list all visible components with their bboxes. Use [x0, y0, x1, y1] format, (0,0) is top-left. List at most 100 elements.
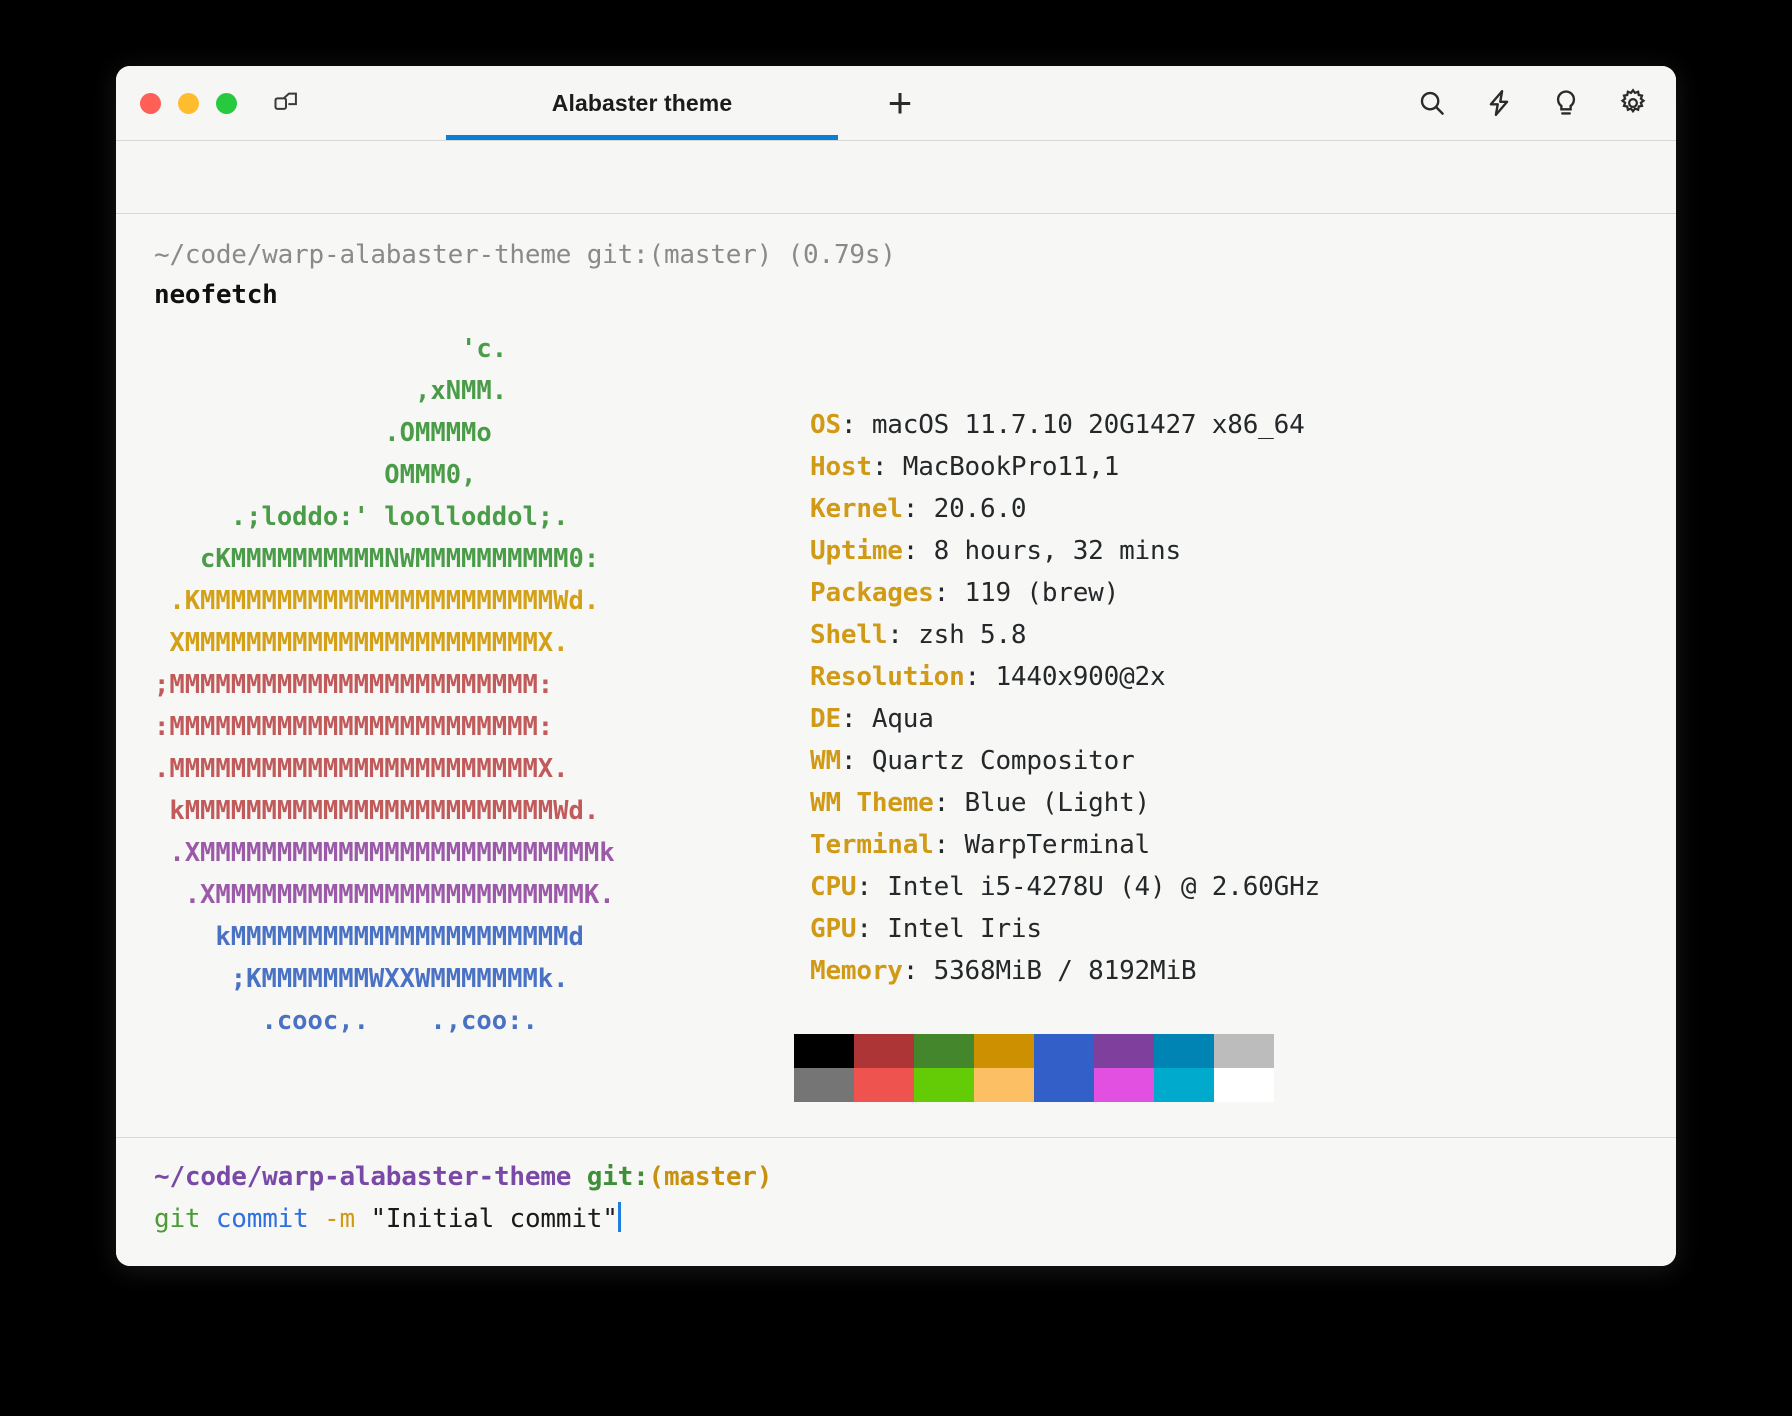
system-info-key: Terminal [810, 830, 934, 860]
ascii-art-line: ,xNMM. [154, 376, 508, 406]
toolbar-strip [116, 141, 1676, 213]
title-bar: Alabaster theme + [116, 66, 1676, 140]
system-info-row: Host: MacBookPro11,1 [810, 446, 1320, 488]
system-info-row: WM Theme: Blue (Light) [810, 782, 1320, 824]
split-pane-icon[interactable] [271, 88, 301, 118]
ascii-art-line: ;MMMMMMMMMMMMMMMMMMMMMMMM: [154, 670, 554, 700]
ascii-art-line: kMMMMMMMMMMMMMMMMMMMMMMMMWd. [154, 796, 600, 826]
palette-swatch [794, 1034, 854, 1068]
gear-icon[interactable] [1616, 86, 1650, 120]
system-info-row: CPU: Intel i5-4278U (4) @ 2.60GHz [810, 866, 1320, 908]
title-bar-actions [1415, 86, 1650, 120]
system-info-key: Packages [810, 578, 934, 608]
prompt-git-label: git: [586, 1162, 649, 1192]
system-info-row: GPU: Intel Iris [810, 908, 1320, 950]
system-info-key: DE [810, 704, 841, 734]
system-info-value: : zsh 5.8 [887, 620, 1027, 650]
tab-label: Alabaster theme [551, 89, 733, 116]
ascii-art-line: .KMMMMMMMMMMMMMMMMMMMMMMMWd. [154, 586, 600, 616]
zoom-window-button[interactable] [216, 92, 237, 114]
system-info-value: : 1440x900@2x [964, 662, 1166, 692]
ascii-art-line: .XMMMMMMMMMMMMMMMMMMMMMMMMK. [154, 880, 615, 910]
palette-swatch [1154, 1034, 1214, 1068]
system-info-value: : Blue (Light) [933, 788, 1151, 818]
system-info-key: Shell [810, 620, 888, 650]
system-info-key: Resolution [810, 662, 965, 692]
traffic-lights [140, 92, 237, 114]
ascii-art-line: .;loddo:' loolloddol;. [154, 502, 569, 532]
apple-ascii-art: 'c. ,xNMM. .OMMMMo OMMM0, .;loddo:' lool… [154, 328, 794, 1042]
command-input-line[interactable]: git commit -m "Initial commit" [154, 1198, 1638, 1240]
system-info-value: : Intel Iris [856, 914, 1042, 944]
tab-active-indicator [446, 135, 838, 140]
palette-swatch [1214, 1068, 1274, 1102]
ascii-art-line: .MMMMMMMMMMMMMMMMMMMMMMMMX. [154, 754, 569, 784]
system-info-key: Memory [810, 956, 903, 986]
palette-swatch [1154, 1068, 1214, 1102]
cmd-subcommand: commit [215, 1204, 309, 1234]
system-info-key: OS [810, 410, 841, 440]
palette-swatch [974, 1068, 1034, 1102]
terminal-window: Alabaster theme + ~/code/warp-alabaster-… [116, 66, 1676, 1266]
prompt-path: ~/code/warp-alabaster-theme [154, 1162, 572, 1192]
palette-swatch [854, 1068, 914, 1102]
minimize-window-button[interactable] [178, 92, 199, 114]
completed-block-prompt: ~/code/warp-alabaster-theme git:(master)… [154, 240, 896, 270]
ascii-art-line: OMMM0, [154, 460, 477, 490]
system-info-key: Kernel [810, 494, 903, 524]
cmd-flag: -m [324, 1204, 355, 1234]
cmd-program: git [154, 1204, 201, 1234]
ascii-art-line: :MMMMMMMMMMMMMMMMMMMMMMMM: [154, 712, 554, 742]
cmd-string-argument: "Initial commit" [370, 1204, 618, 1234]
palette-swatch [914, 1034, 974, 1068]
system-info-value: : macOS 11.7.10 20G1427 x86_64 [840, 410, 1305, 440]
palette-swatch [1094, 1068, 1154, 1102]
system-info-value: : MacBookPro11,1 [871, 452, 1120, 482]
palette-swatch [1214, 1034, 1274, 1068]
system-info-row: OS: macOS 11.7.10 20G1427 x86_64 [810, 404, 1320, 446]
system-info-value: : Aqua [840, 704, 934, 734]
system-info-key: Uptime [810, 536, 903, 566]
system-info-row: Terminal: WarpTerminal [810, 824, 1320, 866]
system-info-row: WM: Quartz Compositor [810, 740, 1320, 782]
palette-swatch [914, 1068, 974, 1102]
system-info-row: Uptime: 8 hours, 32 mins [810, 530, 1320, 572]
ascii-art-line: .XMMMMMMMMMMMMMMMMMMMMMMMMMMk [154, 838, 615, 868]
ascii-art-line: ;KMMMMMMMWXXWMMMMMMMk. [154, 964, 569, 994]
palette-swatch [794, 1068, 854, 1102]
input-prompt: ~/code/warp-alabaster-theme git:(master) [154, 1156, 1638, 1198]
lightning-icon[interactable] [1482, 86, 1516, 120]
neofetch-output: 'c. ,xNMM. .OMMMMo OMMM0, .;loddo:' lool… [154, 328, 1638, 1102]
system-info-value: : 5368MiB / 8192MiB [902, 956, 1197, 986]
ascii-art-line: cKMMMMMMMMMMNWMMMMMMMMMM0: [154, 544, 600, 574]
palette-swatch [1034, 1034, 1094, 1068]
completed-block-command: neofetch [154, 280, 278, 310]
ascii-art-line: kMMMMMMMMMMMMMMMMMMMMMMd [154, 922, 584, 952]
palette-row-bright [794, 1068, 1274, 1102]
ascii-art-line: XMMMMMMMMMMMMMMMMMMMMMMMX. [154, 628, 569, 658]
system-info-row: Resolution: 1440x900@2x [810, 656, 1320, 698]
search-icon[interactable] [1415, 86, 1449, 120]
terminal-output-pane[interactable]: ~/code/warp-alabaster-theme git:(master)… [116, 214, 1676, 1137]
system-info-key: WM Theme [810, 788, 934, 818]
lightbulb-icon[interactable] [1549, 86, 1583, 120]
system-info-value: : WarpTerminal [933, 830, 1151, 860]
command-input-block[interactable]: ~/code/warp-alabaster-theme git:(master)… [116, 1138, 1676, 1266]
system-info-value: : Quartz Compositor [840, 746, 1135, 776]
ascii-art-line: 'c. [154, 334, 508, 364]
tab-strip: Alabaster theme + [446, 66, 922, 140]
system-info-row: DE: Aqua [810, 698, 1320, 740]
system-info-key: CPU [810, 872, 857, 902]
new-tab-button[interactable]: + [878, 81, 922, 125]
palette-swatch [1034, 1068, 1094, 1102]
tab-alabaster-theme[interactable]: Alabaster theme [446, 66, 838, 140]
system-info-list: OS: macOS 11.7.10 20G1427 x86_64 Host: Ma… [810, 328, 1320, 992]
system-info-row: Shell: zsh 5.8 [810, 614, 1320, 656]
close-window-button[interactable] [140, 92, 161, 114]
palette-swatch [854, 1034, 914, 1068]
ascii-art-line: .cooc,. .,coo:. [154, 1006, 538, 1036]
system-info-key: WM [810, 746, 841, 776]
palette-swatch [1094, 1034, 1154, 1068]
system-info-value: : 20.6.0 [902, 494, 1027, 524]
system-info-row: Memory: 5368MiB / 8192MiB [810, 950, 1320, 992]
